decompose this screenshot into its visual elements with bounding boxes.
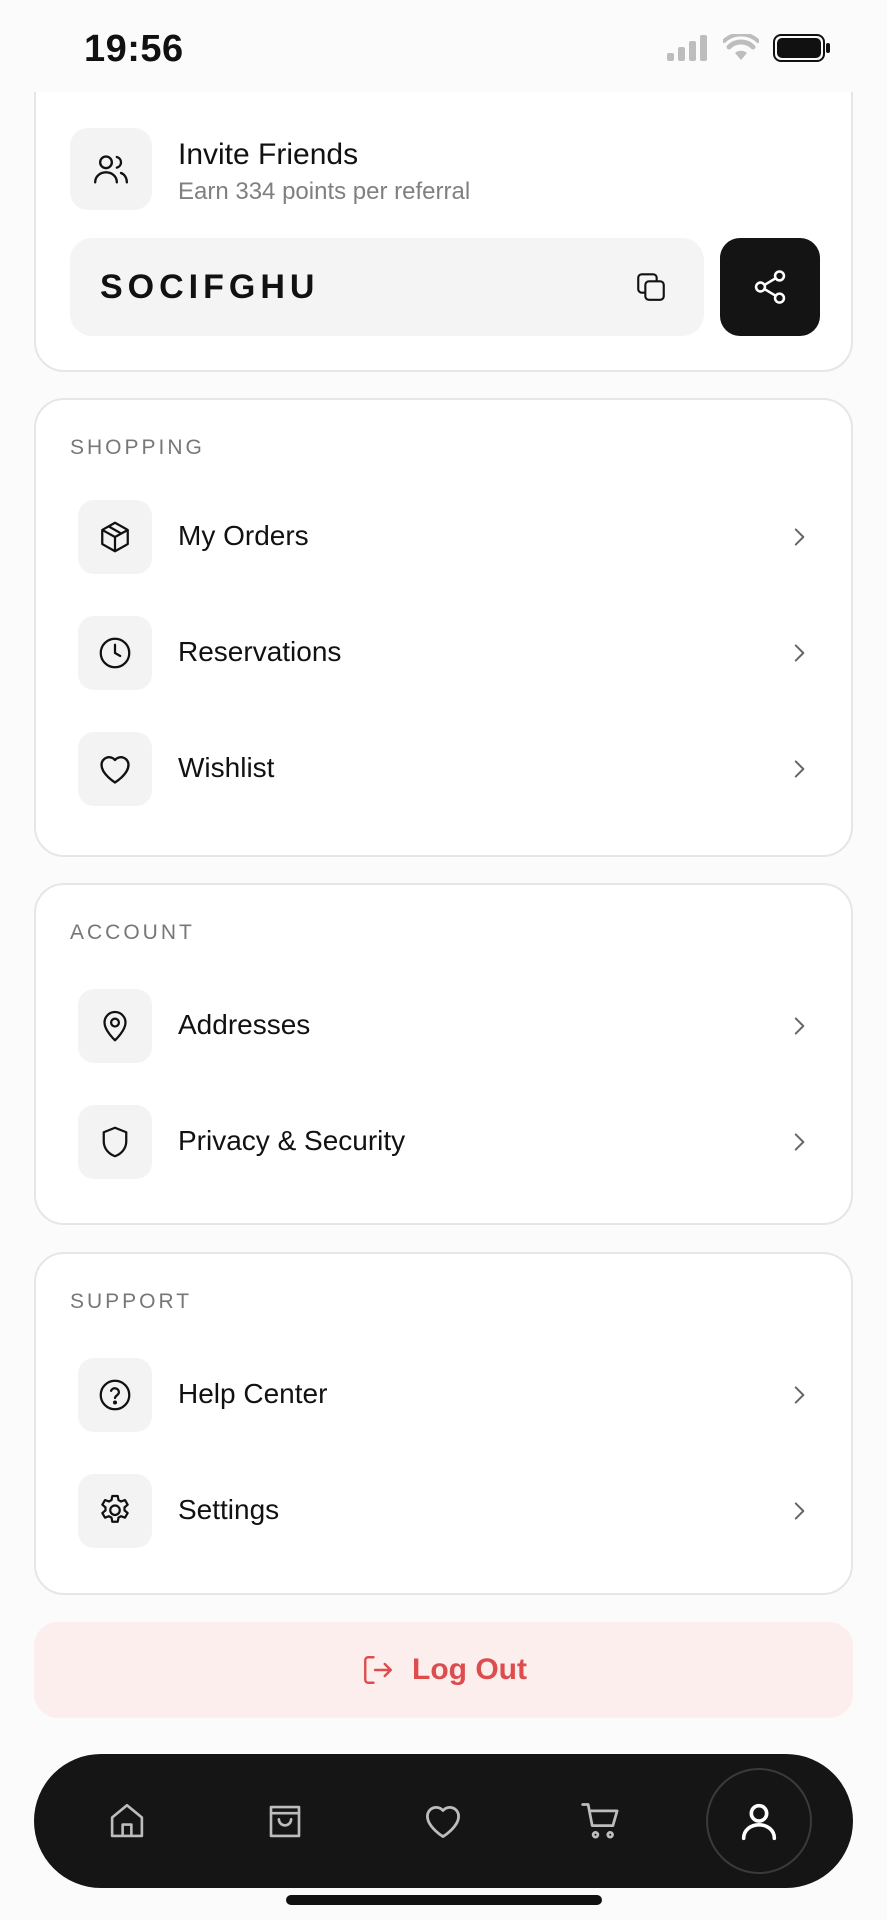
shopping-section: SHOPPING My Orders Reservations Wishlist	[34, 398, 853, 857]
help-circle-icon	[99, 1379, 131, 1411]
shopping-bag-icon	[269, 1805, 301, 1838]
chevron-right-icon	[794, 1017, 805, 1035]
gear-icon	[101, 1494, 129, 1523]
support-section: SUPPORT Help Center Settings	[34, 1252, 853, 1595]
invite-icon-tile	[70, 128, 152, 210]
invite-title: Invite Friends	[178, 138, 359, 171]
chevron-right-icon	[794, 1133, 805, 1151]
chevron-right-icon	[794, 1502, 805, 1520]
menu-item-reservations[interactable]: Reservations	[70, 608, 820, 698]
chevron-right-icon	[794, 1386, 805, 1404]
logout-button[interactable]: Log Out	[34, 1622, 853, 1718]
referral-code-box: SOCIFGHU	[70, 238, 704, 336]
chevron-right-icon	[794, 760, 805, 778]
heart-icon	[426, 1805, 460, 1838]
referral-code: SOCIFGHU	[100, 268, 320, 306]
menu-item-label: Settings	[178, 1494, 280, 1525]
share-icon	[754, 270, 786, 304]
menu-item-my-orders[interactable]: My Orders	[70, 492, 820, 582]
logout-icon	[364, 1656, 392, 1684]
logout-label: Log Out	[412, 1653, 527, 1686]
tab-cart[interactable]	[546, 1754, 656, 1888]
menu-item-wishlist[interactable]: Wishlist	[70, 724, 820, 814]
tab-wishlist[interactable]	[388, 1754, 498, 1888]
cart-icon	[581, 1803, 619, 1839]
menu-item-label: Wishlist	[178, 752, 275, 783]
menu-item-addresses[interactable]: Addresses	[70, 981, 820, 1071]
menu-item-label: Reservations	[178, 636, 342, 667]
wifi-icon	[723, 34, 759, 60]
bottom-tab-bar	[34, 1754, 853, 1888]
signal-icon	[667, 35, 707, 61]
map-pin-icon	[103, 1011, 127, 1042]
user-icon	[741, 1803, 777, 1841]
invite-card: Invite Friends Earn 334 points per refer…	[34, 92, 853, 372]
invite-subtitle: Earn 334 points per referral	[178, 178, 471, 205]
menu-item-settings[interactable]: Settings	[70, 1466, 820, 1556]
copy-icon[interactable]	[634, 270, 668, 304]
battery-icon	[773, 34, 830, 62]
status-time: 19:56	[84, 28, 184, 70]
shield-icon	[102, 1126, 128, 1158]
heart-icon	[100, 756, 130, 784]
clock-icon	[99, 637, 131, 669]
status-icons	[667, 34, 831, 62]
chevron-right-icon	[794, 644, 805, 662]
account-section: ACCOUNT Addresses Privacy & Security	[34, 883, 853, 1225]
chevron-right-icon	[794, 528, 805, 546]
menu-item-label: Addresses	[178, 1009, 311, 1040]
menu-item-help-center[interactable]: Help Center	[70, 1350, 820, 1440]
status-bar: 19:56	[0, 0, 887, 96]
tab-shop[interactable]	[230, 1754, 340, 1888]
home-icon	[110, 1803, 144, 1838]
menu-item-label: Help Center	[178, 1378, 328, 1409]
package-icon	[101, 521, 129, 553]
section-label-shopping: SHOPPING	[70, 436, 205, 459]
home-indicator	[286, 1895, 602, 1905]
share-button[interactable]	[720, 238, 820, 336]
section-label-account: ACCOUNT	[70, 921, 195, 944]
menu-item-label: Privacy & Security	[178, 1125, 406, 1156]
users-icon	[94, 155, 128, 184]
section-label-support: SUPPORT	[70, 1290, 193, 1313]
menu-item-privacy-security[interactable]: Privacy & Security	[70, 1097, 820, 1187]
menu-item-label: My Orders	[178, 520, 309, 551]
tab-profile[interactable]	[704, 1754, 814, 1888]
tab-home[interactable]	[72, 1754, 182, 1888]
